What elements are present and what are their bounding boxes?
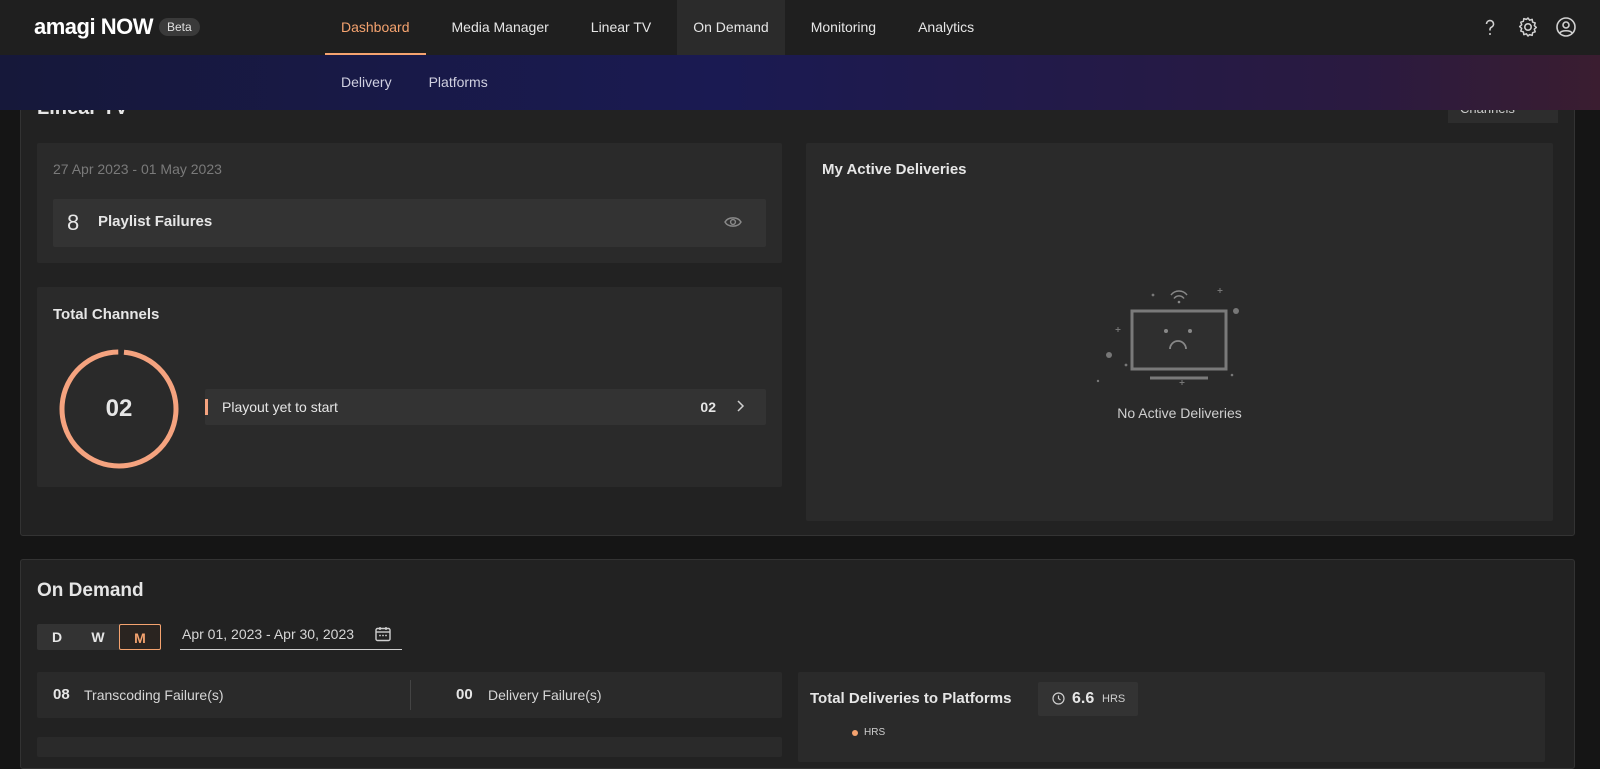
range-week-button[interactable]: W [78, 624, 118, 650]
playlist-failures-count: 8 [67, 210, 80, 235]
playlist-failures-card: 27 Apr 2023 - 01 May 2023 8 Playlist Fai… [37, 143, 782, 263]
total-channels-card: Total Channels 02 Playout yet to start 0… [37, 287, 782, 487]
sad-tv-icon [1096, 288, 1239, 385]
sub-nav: Delivery Platforms [325, 55, 509, 110]
total-deliveries-title: Total Deliveries to Platforms [810, 690, 1012, 707]
failures-card: 08 Transcoding Failure(s) 00 Delivery Fa… [37, 672, 782, 718]
range-month-button[interactable]: M [119, 624, 161, 650]
playout-value: 02 [700, 399, 716, 415]
transcoding-failure-label: Transcoding Failure(s) [84, 687, 224, 703]
subnav-delivery[interactable]: Delivery [325, 55, 408, 110]
total-deliveries-hours-chip: 6.6 HRS [1038, 682, 1138, 716]
on-demand-title: On Demand [37, 580, 144, 601]
nav-analytics[interactable]: Analytics [902, 0, 990, 55]
help-icon[interactable] [1478, 15, 1502, 39]
active-deliveries-card: My Active Deliveries No Active Deliverie… [806, 143, 1553, 521]
brand-logo[interactable]: amagi NOW Beta [34, 14, 200, 40]
active-deliveries-title: My Active Deliveries [822, 161, 967, 178]
delivery-failure-label: Delivery Failure(s) [488, 687, 602, 703]
linear-date-range: 27 Apr 2023 - 01 May 2023 [53, 161, 222, 177]
on-demand-date-picker[interactable]: Apr 01, 2023 - Apr 30, 2023 [180, 622, 402, 650]
nav-monitoring[interactable]: Monitoring [795, 0, 892, 55]
sub-nav-bar: Delivery Platforms [0, 55, 1600, 110]
total-deliveries-value: 6.6 [1072, 690, 1095, 707]
subnav-platforms[interactable]: Platforms [413, 55, 504, 110]
total-channels-title: Total Channels [53, 306, 160, 323]
transcoding-failure-count: 08 [53, 686, 70, 703]
playlist-failures-label: Playlist Failures [98, 213, 213, 230]
playout-indicator [205, 399, 208, 415]
on-demand-date-range: Apr 01, 2023 - Apr 30, 2023 [182, 626, 355, 642]
total-deliveries-unit: HRS [1102, 693, 1126, 705]
gear-icon[interactable] [1516, 15, 1540, 39]
user-icon[interactable] [1554, 15, 1578, 39]
top-bar: amagi NOW Beta Dashboard Media Manager L… [0, 0, 1600, 55]
eye-icon[interactable] [724, 215, 742, 234]
failures-divider [410, 680, 411, 710]
brand-name: amagi NOW [34, 14, 153, 39]
calendar-icon[interactable] [374, 625, 392, 648]
main-nav: Dashboard Media Manager Linear TV On Dem… [325, 0, 1000, 55]
nav-on-demand[interactable]: On Demand [677, 0, 785, 55]
clock-icon [1052, 692, 1065, 710]
nav-dashboard[interactable]: Dashboard [325, 0, 426, 55]
delivery-failure-count: 00 [456, 686, 473, 703]
playout-label: Playout yet to start [222, 399, 338, 415]
legend-dot [852, 730, 858, 736]
playout-row[interactable]: Playout yet to start 02 [205, 389, 766, 425]
range-day-button[interactable]: D [37, 624, 77, 650]
total-channels-value: 02 [105, 395, 133, 422]
on-demand-stats-card [37, 737, 782, 757]
beta-badge: Beta [158, 18, 200, 36]
no-active-deliveries-text: No Active Deliveries [1117, 405, 1242, 421]
nav-media-manager[interactable]: Media Manager [436, 0, 565, 55]
legend-label: HRS [864, 727, 886, 738]
total-deliveries-card: Total Deliveries to Platforms 6.6 HRS HR… [798, 672, 1545, 762]
chevron-right-icon[interactable] [736, 399, 746, 418]
nav-linear-tv[interactable]: Linear TV [575, 0, 667, 55]
playlist-failures-row[interactable]: 8 Playlist Failures [53, 199, 766, 247]
